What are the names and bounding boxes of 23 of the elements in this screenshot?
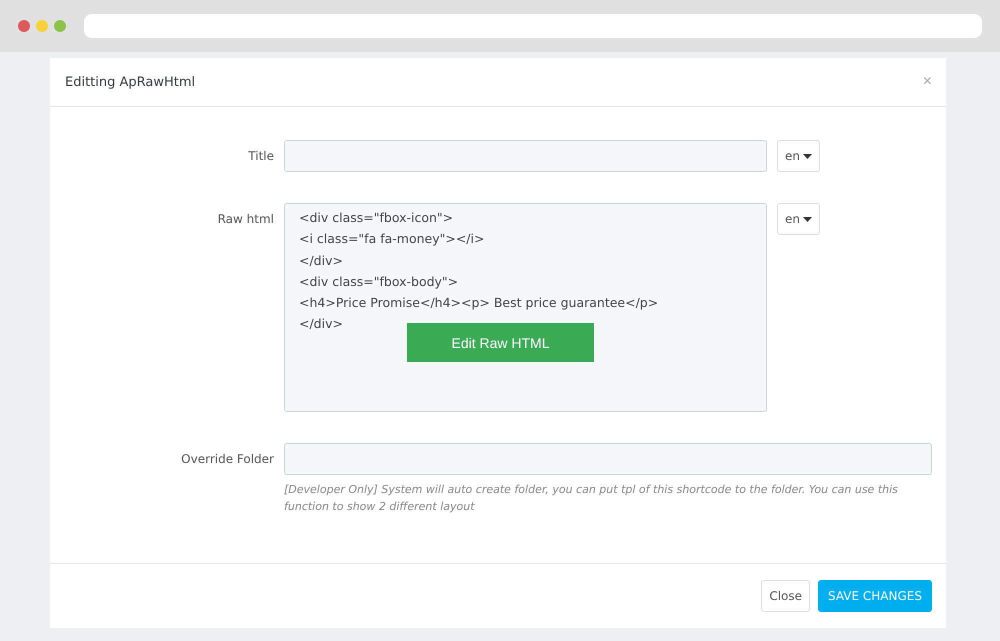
- field-label: Title: [247, 148, 274, 163]
- close-window-icon[interactable]: [18, 20, 30, 32]
- language-dropdown[interactable]: en: [777, 140, 820, 172]
- dialog-title: Editting ApRawHtml: [65, 74, 196, 90]
- code-line: <i class="fa fa-money"></i>: [299, 230, 484, 248]
- code-line: <div class="fbox-body">: [299, 272, 458, 291]
- field-label: Raw html: [216, 211, 274, 226]
- caret-icon: [803, 154, 812, 158]
- text-field[interactable]: [284, 140, 767, 172]
- text-field[interactable]: [284, 443, 932, 475]
- field-label: Override Folder: [180, 451, 274, 466]
- code-area[interactable]: <div class="fbox-icon"> <i class="fa fa-money"></i> </div> <div class="fbox-body"> <h4>Price Promise</h4><p> Best price guarantee</p> </div> Edit Raw HTML: [284, 203, 767, 412]
- code-line: </div>: [299, 315, 343, 334]
- caret-icon: [803, 216, 812, 222]
- code-line: <div class="fbox-icon">: [299, 209, 454, 227]
- code-line: <h4>Price Promise</h4><p> Best price guarantee</p>: [299, 294, 658, 312]
- close-dialog-button[interactable]: Close: [761, 580, 810, 612]
- code-line: </div>: [299, 252, 343, 270]
- address-bar[interactable]: [84, 14, 982, 38]
- help-text: [Developer Only] System will auto create folder, you can put tpl of this shortcode to the folder. You can use this function to show 2 different layout: [284, 482, 899, 515]
- maximize-window-icon[interactable]: [54, 20, 66, 32]
- minimize-window-icon[interactable]: [36, 20, 48, 32]
- language-dropdown[interactable]: en: [777, 203, 820, 235]
